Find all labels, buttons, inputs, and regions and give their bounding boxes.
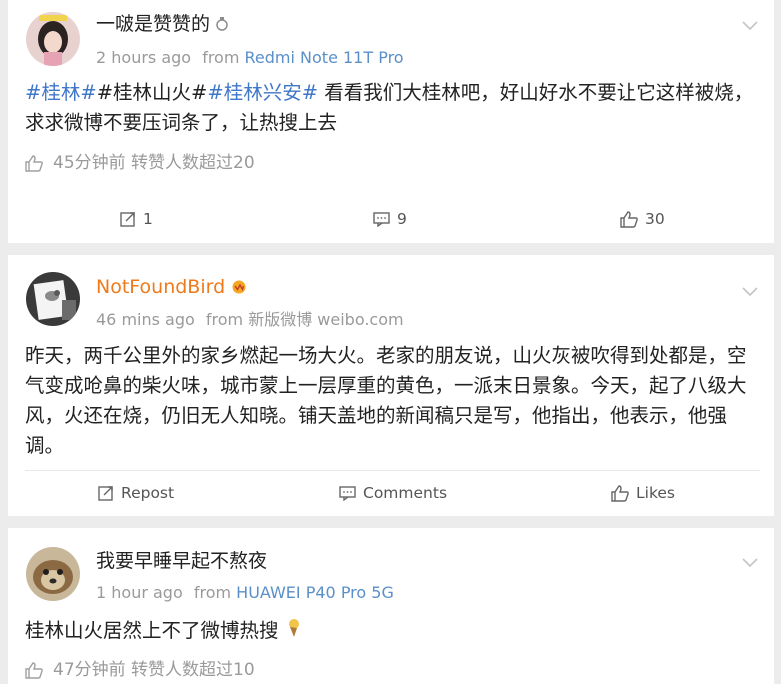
device-link[interactable]: HUAWEI P40 Pro 5G bbox=[236, 583, 394, 602]
post-body: #桂林##桂林山火##桂林兴安# 看看我们大桂林吧，好山好水不要让它这样被烧，求… bbox=[25, 78, 760, 138]
hashtag-link[interactable]: #桂林兴安# bbox=[207, 81, 318, 104]
comment-button[interactable]: 9 bbox=[373, 209, 407, 229]
hashtag-link[interactable]: #桂林# bbox=[25, 81, 97, 104]
chevron-down-icon[interactable] bbox=[742, 282, 758, 297]
avatar[interactable] bbox=[26, 547, 80, 601]
post-time: 2 hours ago bbox=[96, 48, 192, 67]
post-body: 昨天，两千公里外的家乡燃起一场大火。老家的朋友说，山火灰被吹得到处都是，空气变成… bbox=[25, 344, 747, 457]
hashtag-link[interactable]: #桂林山火# bbox=[97, 81, 208, 104]
like-button[interactable]: 30 bbox=[620, 209, 665, 229]
thumbs-up-icon bbox=[25, 661, 43, 679]
comment-icon bbox=[339, 485, 356, 501]
author-name-text[interactable]: 我要早睡早起不熬夜 bbox=[96, 550, 267, 572]
ice-cream-emoji-icon bbox=[285, 617, 301, 647]
chevron-down-icon[interactable] bbox=[742, 16, 758, 31]
like-count: 30 bbox=[645, 210, 665, 228]
thumbs-up-icon bbox=[620, 210, 638, 228]
post-body: 桂林山火居然上不了微博热搜 bbox=[25, 616, 760, 647]
repost-button[interactable]: 1 bbox=[120, 209, 153, 229]
author-name[interactable]: 我要早睡早起不熬夜 bbox=[96, 549, 267, 573]
post-meta: 46 mins ago from 新版微博 weibo.com bbox=[96, 310, 404, 330]
comment-button[interactable]: Comments bbox=[339, 483, 447, 503]
post-card-1: 一啵是赞赞的 2 hours ago from Redmi Note 11T P… bbox=[8, 0, 774, 243]
thumbs-up-icon bbox=[25, 154, 43, 172]
post-meta: 2 hours ago from Redmi Note 11T Pro bbox=[96, 48, 404, 68]
author-name[interactable]: NotFoundBird bbox=[96, 275, 247, 300]
post-card-3: 我要早睡早起不熬夜 1 hour ago from HUAWEI P40 Pro… bbox=[8, 528, 774, 684]
comment-count: 9 bbox=[397, 210, 407, 228]
comment-icon bbox=[373, 211, 390, 227]
divider bbox=[25, 470, 760, 471]
avatar[interactable] bbox=[26, 12, 80, 66]
post-time: 46 mins ago bbox=[96, 310, 195, 329]
author-name-text[interactable]: 一啵是赞赞的 bbox=[96, 13, 210, 35]
author-name[interactable]: 一啵是赞赞的 bbox=[96, 12, 228, 37]
like-info-text: 47分钟前 转赞人数超过10 bbox=[53, 660, 255, 680]
like-info: 45分钟前 转赞人数超过20 bbox=[25, 152, 255, 174]
repost-icon bbox=[98, 486, 113, 501]
thumbs-up-icon bbox=[611, 484, 629, 502]
vip-badge-icon bbox=[231, 276, 247, 300]
comment-label: Comments bbox=[363, 484, 448, 502]
from-label: from bbox=[205, 310, 244, 329]
like-info: 47分钟前 转赞人数超过10 bbox=[25, 659, 255, 681]
from-label: from bbox=[193, 583, 232, 602]
device-label: 新版微博 weibo.com bbox=[248, 310, 404, 329]
post-card-2: NotFoundBird 46 mins ago from 新版微博 weibo… bbox=[8, 255, 774, 516]
repost-icon bbox=[120, 212, 135, 227]
from-label: from bbox=[202, 48, 240, 67]
post-text: 桂林山火居然上不了微博热搜 bbox=[25, 619, 279, 642]
post-time: 1 hour ago bbox=[96, 583, 183, 602]
like-button[interactable]: Likes bbox=[611, 483, 675, 503]
repost-count: 1 bbox=[143, 210, 153, 228]
medal-icon bbox=[216, 13, 228, 37]
device-link[interactable]: Redmi Note 11T Pro bbox=[245, 48, 404, 67]
avatar[interactable] bbox=[26, 272, 80, 326]
repost-label: Repost bbox=[121, 484, 175, 502]
post-meta: 1 hour ago from HUAWEI P40 Pro 5G bbox=[96, 583, 394, 603]
repost-button[interactable]: Repost bbox=[98, 483, 174, 503]
like-label: Likes bbox=[636, 484, 675, 502]
author-name-text[interactable]: NotFoundBird bbox=[96, 276, 225, 298]
like-info-text: 45分钟前 转赞人数超过20 bbox=[53, 153, 255, 173]
chevron-down-icon[interactable] bbox=[742, 553, 758, 568]
